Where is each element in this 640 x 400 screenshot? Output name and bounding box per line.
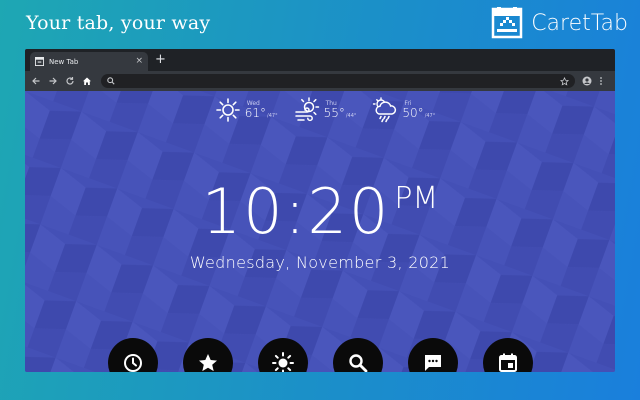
search-icon xyxy=(348,354,367,372)
clock-icon xyxy=(123,354,142,372)
forward-arrow-icon[interactable] xyxy=(48,76,58,86)
weather-low-temp: /47° xyxy=(267,113,278,119)
rain-icon xyxy=(373,97,397,123)
clock: 10:20 PM xyxy=(25,175,615,248)
new-tab-button[interactable]: + xyxy=(155,53,166,66)
home-icon[interactable] xyxy=(82,76,92,86)
chat-icon xyxy=(424,355,441,371)
action-dock xyxy=(25,338,615,372)
weather-day[interactable]: Fri 50° /47° xyxy=(372,97,435,123)
wind-sun-icon xyxy=(294,97,319,122)
brand-name: CaretTab xyxy=(531,10,628,36)
clock-time: 10:20 xyxy=(201,175,391,248)
back-arrow-icon[interactable] xyxy=(31,76,41,86)
weather-forecast: Wed 61° /47° Thu 55° /44° Fri 50° /47° xyxy=(25,97,615,123)
clock-button[interactable] xyxy=(107,338,158,372)
weather-day[interactable]: Wed 61° /47° xyxy=(215,97,278,123)
tab-strip: New Tab × + xyxy=(25,49,615,71)
date-display: Wednesday, November 3, 2021 xyxy=(189,253,451,272)
reload-icon[interactable] xyxy=(65,76,75,86)
weather-high-temp: 50° xyxy=(402,106,424,120)
calendar-icon xyxy=(498,353,517,372)
promo-tagline: Your tab, your way xyxy=(26,12,211,34)
menu-kebab-icon[interactable] xyxy=(599,76,609,86)
sun-icon xyxy=(215,98,240,122)
tab-title: New Tab xyxy=(49,57,79,66)
calendar-button[interactable] xyxy=(482,338,533,372)
bookmarks-button[interactable] xyxy=(182,338,233,372)
tab-new-tab[interactable]: New Tab × xyxy=(30,52,148,71)
weather-high-temp: 55° xyxy=(323,106,345,120)
new-tab-page: Wed 61° /47° Thu 55° /44° Fri 50° /47° 1… xyxy=(25,91,615,372)
weather-high-temp: 61° xyxy=(244,106,267,120)
notes-button[interactable] xyxy=(407,338,458,372)
weather-low-temp: /44° xyxy=(345,113,357,119)
weather-button[interactable] xyxy=(257,338,308,372)
browser-toolbar xyxy=(25,71,615,91)
address-bar[interactable] xyxy=(101,74,575,88)
carettab-logo-icon xyxy=(491,7,523,39)
profile-avatar-icon[interactable] xyxy=(582,76,592,86)
carettab-favicon-icon xyxy=(35,57,44,66)
brand: CaretTab xyxy=(491,7,628,39)
weather-day[interactable]: Thu 55° /44° xyxy=(294,97,357,123)
search-button[interactable] xyxy=(332,338,383,372)
address-input[interactable] xyxy=(115,77,560,85)
weather-low-temp: /47° xyxy=(424,113,436,119)
browser-window: New Tab × + Wed 61° /47° Thu 55° /44° Fr… xyxy=(25,49,615,372)
star-icon xyxy=(198,354,217,372)
clock-ampm: PM xyxy=(394,181,439,216)
tab-close-icon[interactable]: × xyxy=(135,57,143,66)
search-icon xyxy=(107,77,115,85)
sun-icon xyxy=(271,352,294,372)
bookmark-star-icon[interactable] xyxy=(560,76,569,86)
